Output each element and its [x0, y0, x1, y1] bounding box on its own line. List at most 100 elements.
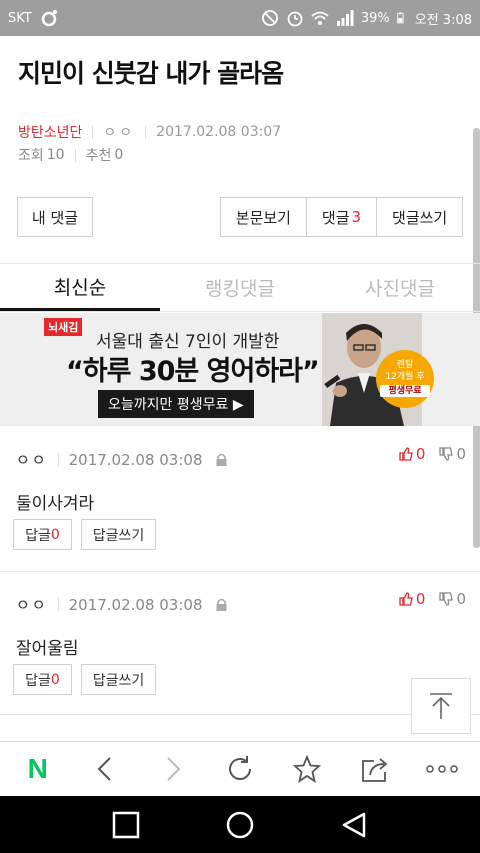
dislike-button[interactable]: 0 — [439, 445, 466, 463]
comment-text: 잘어울림 — [16, 639, 79, 659]
comment-meta: ㅇㅇ 2017.02.08 03:08 — [16, 594, 228, 615]
comment-text: 둘이사겨라 — [16, 494, 95, 514]
comment-author: ㅇㅇ — [16, 596, 48, 614]
divider — [92, 125, 94, 139]
like-count: 0 — [415, 590, 426, 608]
thumbs-down-icon — [439, 592, 454, 606]
comment-votes: 0 0 — [399, 445, 466, 463]
app-notification-icon — [41, 10, 57, 27]
bookmark-button[interactable] — [277, 744, 337, 794]
view-body-label: 본문보기 — [235, 208, 291, 227]
thumbs-up-icon — [399, 447, 413, 461]
thumbs-down-icon — [439, 447, 454, 461]
divider — [57, 598, 59, 611]
browser-toolbar: N — [0, 741, 480, 796]
chevron-left-icon — [97, 757, 111, 781]
badge-top: 렌탈 — [396, 360, 414, 370]
views-count: 10 — [46, 147, 65, 163]
clock: 오전 3:08 — [414, 12, 472, 28]
refresh-button[interactable] — [210, 744, 270, 794]
comment-meta: ㅇㅇ 2017.02.08 03:08 — [16, 449, 228, 470]
comments-button[interactable]: 댓글 3 — [307, 198, 378, 236]
star-icon — [293, 755, 322, 783]
post-category[interactable]: 방탄소년단 — [18, 122, 82, 142]
replies-button[interactable]: 답글 0 — [13, 519, 72, 550]
lock-icon — [216, 598, 226, 611]
replies-button[interactable]: 답글 0 — [13, 664, 72, 695]
my-comments-label: 내 댓글 — [31, 208, 79, 227]
write-comment-label: 댓글쓰기 — [392, 208, 448, 227]
comment-votes: 0 0 — [399, 590, 466, 608]
more-menu-button[interactable] — [412, 744, 472, 794]
post-title: 지민이 신붓감 내가 골라옴 — [18, 59, 284, 88]
wifi-icon — [311, 11, 329, 25]
divider — [74, 148, 76, 162]
back-icon[interactable] — [340, 811, 368, 839]
replies-label: 답글 — [25, 527, 51, 544]
comment-actions: 본문보기 댓글 3 댓글쓰기 — [220, 197, 463, 237]
forward-button[interactable] — [143, 744, 203, 794]
ad-badge: 렌탈 12개월 후 평생무료 — [376, 350, 434, 408]
tab-latest[interactable]: 최신순 — [0, 264, 160, 311]
refresh-icon — [229, 756, 251, 780]
chevron-right-icon — [166, 757, 180, 781]
recommend-count: 0 — [114, 147, 124, 163]
post-meta: 방탄소년단 ㅇㅇ 2017.02.08 03:07 — [18, 122, 281, 142]
do-not-disturb-icon — [261, 10, 278, 26]
views-label: 조회 — [18, 148, 44, 164]
comment-author: ㅇㅇ — [16, 451, 48, 469]
naver-home-button[interactable]: N — [8, 744, 68, 794]
home-icon[interactable] — [225, 810, 255, 840]
post-author: ㅇㅇ — [103, 125, 136, 141]
ad-slogan: “하루 30분 영어하라” — [66, 356, 320, 387]
replies-label: 답글 — [25, 672, 51, 689]
recent-apps-icon[interactable] — [112, 811, 140, 839]
view-body-button[interactable]: 본문보기 — [221, 198, 307, 236]
write-reply-button[interactable]: 답글쓰기 — [81, 664, 156, 695]
like-button[interactable]: 0 — [399, 590, 426, 608]
write-reply-button[interactable]: 답글쓰기 — [81, 519, 156, 550]
write-comment-button[interactable]: 댓글쓰기 — [377, 198, 462, 236]
write-reply-label: 답글쓰기 — [92, 672, 145, 689]
comments-label: 댓글 — [321, 208, 350, 227]
share-button[interactable] — [345, 744, 405, 794]
lock-icon — [216, 453, 226, 466]
post-datetime: 2017.02.08 03:07 — [156, 124, 282, 140]
thumbs-up-icon — [399, 592, 413, 606]
battery-icon — [396, 12, 404, 24]
comment-item: ㅇㅇ 2017.02.08 03:08 0 0 둘이사겨라 답글 0 답글쓰기 — [0, 427, 480, 572]
like-button[interactable]: 0 — [399, 445, 426, 463]
recommend-label: 추천 — [85, 148, 112, 164]
divider — [145, 125, 147, 139]
dislike-count: 0 — [456, 445, 466, 463]
alarm-icon — [287, 11, 303, 27]
ad-cta[interactable]: 오늘까지만 평생무료 ▶ — [98, 390, 254, 418]
comment-datetime: 2017.02.08 03:08 — [68, 450, 203, 469]
replies-count: 0 — [50, 671, 60, 688]
my-comments-button[interactable]: 내 댓글 — [17, 197, 93, 237]
arrow-up-icon — [430, 693, 452, 719]
signal-icon — [336, 10, 354, 26]
post-stats: 조회 10 추천 0 — [18, 145, 123, 165]
scroll-to-top-button[interactable] — [411, 678, 471, 734]
status-bar: SKT 39% 오전 3:08 — [0, 0, 480, 36]
replies-count: 0 — [50, 526, 60, 543]
divider — [57, 453, 59, 466]
badge-mid: 12개월 후 — [385, 372, 425, 382]
carrier-label: SKT — [8, 10, 32, 26]
tab-photo[interactable]: 사진댓글 — [320, 264, 480, 311]
comment-item: ㅇㅇ 2017.02.08 03:08 0 0 잘어울림 답글 0 답글쓰기 — [0, 572, 480, 715]
dislike-button[interactable]: 0 — [439, 590, 466, 608]
ad-logo: 뇌새김 — [44, 318, 83, 336]
ad-banner[interactable]: 뇌새김 서울대 출신 7인이 개발한 “하루 30분 영어하라” 오늘까지만 평… — [0, 313, 480, 426]
like-count: 0 — [415, 445, 426, 463]
badge-bottom: 평생무료 — [380, 385, 430, 397]
more-dots-icon — [426, 765, 458, 773]
system-nav-bar — [0, 796, 480, 853]
write-reply-label: 답글쓰기 — [92, 527, 145, 544]
comment-datetime: 2017.02.08 03:08 — [68, 595, 203, 614]
naver-logo-icon: N — [27, 753, 48, 784]
tab-ranking[interactable]: 랭킹댓글 — [160, 264, 320, 311]
battery-percent: 39% — [360, 10, 390, 26]
back-button[interactable] — [75, 744, 135, 794]
